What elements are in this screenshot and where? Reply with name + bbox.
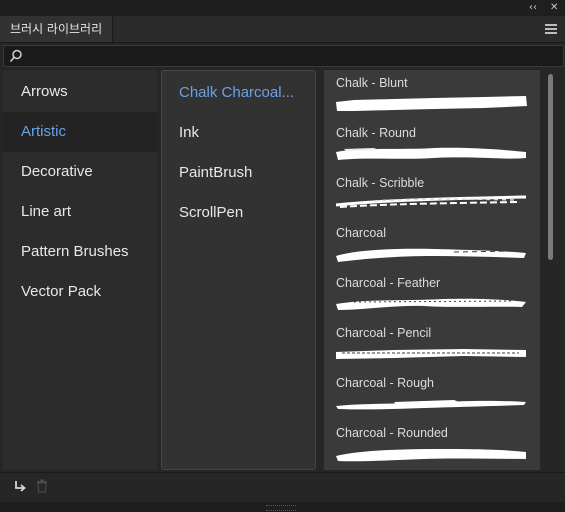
subcategory-item-ink[interactable]: Ink	[162, 113, 315, 153]
category-item-vector-pack[interactable]: Vector Pack	[3, 272, 157, 312]
subcategory-item-scrollpen[interactable]: ScrollPen	[162, 193, 315, 233]
search-input[interactable]	[26, 46, 550, 68]
subcategory-item-chalk-charcoal[interactable]: Chalk Charcoal...	[162, 73, 315, 113]
brush-label: Charcoal - Rough	[336, 376, 434, 390]
brush-library-panel: ‹‹ ✕ 브러시 라이브러리 Arrows Artistic Decorativ…	[0, 0, 565, 512]
brush-label: Chalk - Scribble	[336, 176, 425, 190]
category-item-line-art[interactable]: Line art	[3, 192, 157, 232]
brush-item-charcoal[interactable]: Charcoal	[324, 220, 540, 270]
brush-list-scrollbar[interactable]	[548, 70, 554, 470]
panel-menu-icon[interactable]	[545, 24, 557, 34]
brush-item-charcoal-rounded[interactable]: Charcoal - Rounded	[324, 420, 540, 470]
brush-stroke-preview	[336, 248, 526, 262]
panel-tab-row: 브러시 라이브러리	[0, 16, 565, 43]
tab-brush-library[interactable]: 브러시 라이브러리	[0, 16, 114, 42]
brush-stroke-preview	[336, 298, 526, 310]
subcategory-list: Chalk Charcoal... Ink PaintBrush ScrollP…	[161, 70, 316, 470]
search-bar	[3, 45, 564, 68]
trash-icon[interactable]	[36, 479, 48, 493]
category-item-decorative[interactable]: Decorative	[3, 152, 157, 192]
brush-list-content: Chalk - Blunt Chalk - Round Chalk - Scri…	[324, 70, 540, 470]
brush-stroke-preview	[335, 195, 527, 208]
collapse-panel-button[interactable]: ‹‹	[529, 0, 537, 16]
panel-bottom-toolbar	[0, 472, 565, 503]
category-item-pattern-brushes[interactable]: Pattern Brushes	[3, 232, 157, 272]
brush-list: Chalk - Blunt Chalk - Round Chalk - Scri…	[320, 70, 563, 470]
brush-label: Charcoal - Pencil	[336, 326, 432, 340]
close-panel-button[interactable]: ✕	[550, 0, 558, 16]
search-icon	[9, 49, 22, 63]
resize-grip[interactable]	[266, 505, 296, 511]
brush-label: Chalk - Round	[336, 126, 416, 140]
brush-label: Chalk - Blunt	[336, 76, 408, 90]
brush-label: Charcoal - Feather	[336, 276, 441, 290]
brush-item-charcoal-feather[interactable]: Charcoal - Feather	[324, 270, 540, 320]
brush-item-chalk-round[interactable]: Chalk - Round	[324, 120, 540, 170]
subcategory-item-paintbrush[interactable]: PaintBrush	[162, 153, 315, 193]
brush-stroke-preview	[336, 349, 526, 359]
brush-label: Charcoal	[336, 226, 387, 240]
brush-item-chalk-scribble[interactable]: Chalk - Scribble	[324, 170, 540, 220]
brush-item-charcoal-pencil[interactable]: Charcoal - Pencil	[324, 320, 540, 370]
brush-stroke-preview	[336, 147, 526, 160]
place-brush-icon[interactable]	[13, 479, 27, 493]
category-item-artistic[interactable]: Artistic	[3, 112, 157, 152]
brush-label: Charcoal - Rounded	[336, 426, 448, 440]
category-list: Arrows Artistic Decorative Line art Patt…	[3, 70, 157, 470]
brush-stroke-preview	[336, 96, 527, 111]
brush-stroke-preview	[336, 449, 526, 462]
scrollbar-thumb[interactable]	[548, 74, 553, 260]
brush-item-chalk-blunt[interactable]: Chalk - Blunt	[324, 70, 540, 120]
panel-topbar: ‹‹ ✕	[0, 0, 565, 16]
brush-item-charcoal-rough[interactable]: Charcoal - Rough	[324, 370, 540, 420]
category-item-arrows[interactable]: Arrows	[3, 72, 157, 112]
brush-stroke-preview	[336, 400, 526, 410]
